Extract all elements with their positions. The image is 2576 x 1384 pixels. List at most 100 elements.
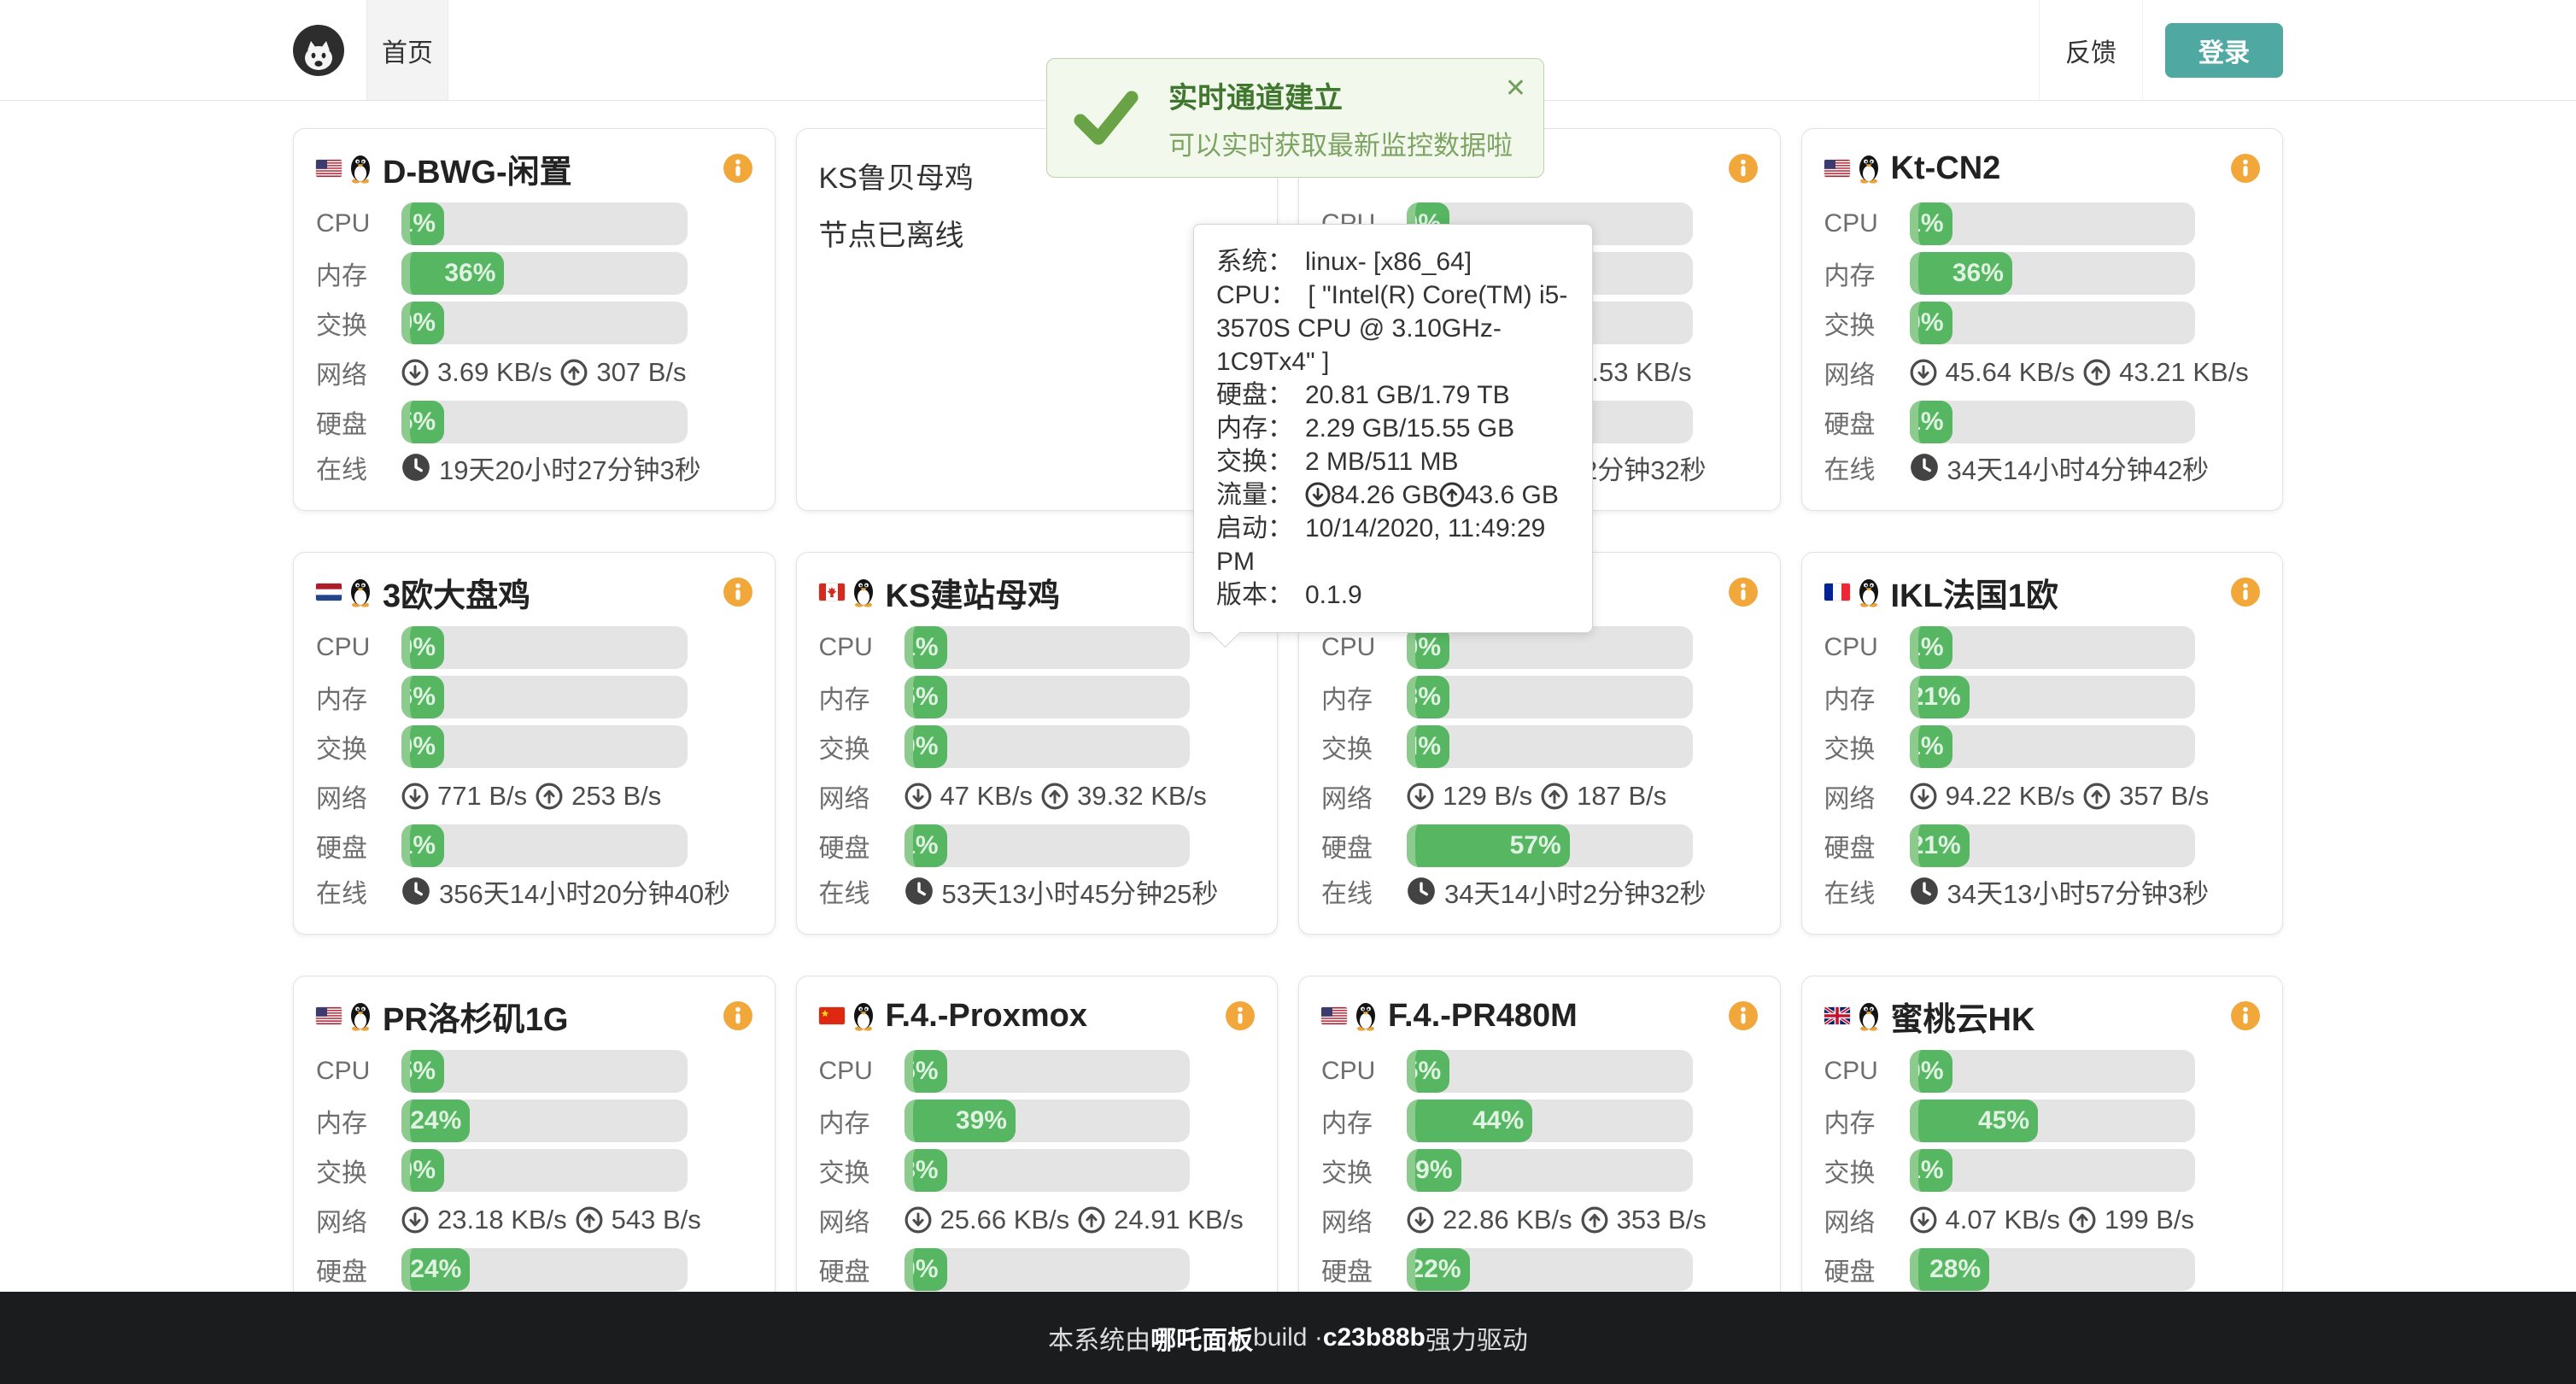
mem-percent: 24%: [410, 1106, 461, 1135]
uptime-label: 在线: [1824, 449, 1910, 486]
cpu-label: CPU: [316, 1057, 401, 1086]
network-label: 网络: [819, 1201, 905, 1239]
login-button[interactable]: 登录: [2165, 23, 2283, 78]
cpu-percent: 0%: [1407, 633, 1441, 662]
cpu-row: CPU 1%: [316, 202, 752, 245]
swap-bar: 0%: [401, 302, 688, 344]
linux-tux-icon: [1857, 153, 1881, 184]
uptime-label: 在线: [819, 872, 905, 910]
disk-label: 硬盘: [819, 1251, 905, 1288]
server-card: 3欧大盘鸡 CPU 0% 内存 6% 交换 0% 网络 771 B/s: [293, 552, 776, 935]
network-row: 网络 3.69 KB/s 307 B/s: [316, 351, 752, 394]
disk-label: 硬盘: [316, 827, 401, 865]
swap-row: 交换 N%: [1321, 725, 1758, 768]
disk-label: 硬盘: [316, 1251, 401, 1288]
mem-label: 内存: [819, 1102, 905, 1140]
swap-bar: 19%: [1407, 1149, 1693, 1192]
info-icon[interactable]: [1729, 1001, 1758, 1030]
server-card: D-BWG-闲置 CPU 1% 内存 36% 交换 0% 网络 3.69 KB: [293, 128, 776, 511]
tooltip-row: 版本：0.1.9: [1216, 578, 1570, 612]
server-card: IKL法国1欧 CPU 1% 内存 21% 交换 1% 网络 94.22 KB: [1801, 552, 2284, 935]
download-arrow-icon: [401, 783, 429, 810]
disk-bar: 1%: [401, 824, 688, 867]
nezha-panel-link[interactable]: 哪吒面板: [1150, 1319, 1253, 1357]
clock-icon: [905, 877, 934, 906]
traffic-down: 84.26 GB: [1331, 481, 1439, 509]
toast-title: 实时通道建立: [1168, 74, 1513, 116]
card-header: IKL法国1欧: [1824, 573, 2261, 611]
cpu-bar: 5%: [905, 1050, 1191, 1093]
mem-percent: 21%: [1910, 683, 1961, 712]
swap-label: 交换: [316, 1152, 401, 1189]
mem-row: 内存 36%: [1824, 252, 2261, 295]
tooltip-value: 2.29 GB/15.55 GB: [1305, 414, 1514, 443]
disk-label: 硬盘: [1824, 403, 1910, 441]
network-speeds: 129 B/s 187 B/s: [1407, 781, 1666, 812]
download-arrow-icon: [401, 359, 429, 386]
swap-row: 交换 19%: [1321, 1149, 1758, 1192]
download-speed: 25.66 KB/s: [940, 1205, 1070, 1235]
nav-feedback[interactable]: 反馈: [2039, 0, 2143, 100]
cpu-row: CPU 1%: [1824, 626, 2261, 669]
download-arrow-icon: [1910, 359, 1937, 386]
close-icon[interactable]: ✕: [1505, 76, 1526, 102]
upload-speed: 39.32 KB/s: [1077, 781, 1207, 812]
uptime-value-wrap: 53天13小时45分钟25秒: [905, 872, 1219, 911]
uptime-row: 在线 53天13小时45分钟25秒: [819, 874, 1256, 908]
swap-row: 交换 0%: [1824, 302, 2261, 344]
download-speed: 771 B/s: [437, 781, 527, 812]
disk-row: 硬盘 28%: [1824, 1248, 2261, 1291]
mem-row: 内存 3%: [1321, 676, 1758, 718]
check-icon: [1073, 90, 1139, 146]
build-commit-link[interactable]: c23b88b: [1323, 1323, 1426, 1352]
cpu-label: CPU: [1321, 1057, 1407, 1086]
cpu-bar: 1%: [1910, 626, 2196, 669]
download-arrow-icon: [1407, 1206, 1434, 1234]
mem-label: 内存: [316, 255, 401, 292]
tab-home[interactable]: 首页: [366, 0, 448, 100]
mem-percent: 45%: [1978, 1106, 2029, 1135]
mem-row: 内存 6%: [316, 676, 752, 718]
disk-percent: 1%: [905, 831, 939, 860]
mem-label: 内存: [316, 678, 401, 716]
site-logo[interactable]: [293, 25, 344, 76]
mem-label: 内存: [1321, 678, 1407, 716]
download-speed: 45.64 KB/s: [1946, 357, 2075, 388]
info-icon[interactable]: [1226, 1001, 1255, 1030]
cpu-label: CPU: [316, 633, 401, 662]
upload-speed: 543 B/s: [612, 1205, 701, 1235]
uptime-label: 在线: [1824, 872, 1910, 910]
swap-percent: 19%: [1407, 1156, 1453, 1185]
network-label: 网络: [1321, 777, 1407, 815]
cpu-percent: 1%: [401, 209, 436, 238]
info-icon[interactable]: [723, 1001, 752, 1030]
info-icon[interactable]: [2231, 578, 2260, 607]
clock-icon: [401, 453, 430, 482]
mem-percent: 6%: [401, 683, 436, 712]
info-icon[interactable]: [723, 578, 752, 607]
info-icon[interactable]: [1729, 578, 1758, 607]
disk-row: 硬盘 1%: [316, 824, 752, 867]
disk-bar: 24%: [401, 1248, 688, 1291]
server-title: 3欧大盘鸡: [383, 569, 723, 616]
info-icon[interactable]: [1729, 154, 1758, 183]
info-icon[interactable]: [2231, 1001, 2260, 1030]
cpu-percent: 5%: [401, 1057, 436, 1086]
server-info-tooltip: 系统：linux- [x86_64] CPU：[ "Intel(R) Core(…: [1193, 224, 1593, 633]
info-icon[interactable]: [2231, 154, 2260, 183]
cpu-row: CPU 0%: [316, 626, 752, 669]
disk-label: 硬盘: [1824, 827, 1910, 865]
mem-label: 内存: [316, 1102, 401, 1140]
upload-arrow-icon: [1439, 481, 1465, 509]
upload-speed: 353 B/s: [1617, 1205, 1707, 1235]
tooltip-value: linux- [x86_64]: [1305, 248, 1472, 276]
mem-bar: 15%: [905, 676, 1191, 718]
upload-arrow-icon: [1581, 1206, 1608, 1234]
linux-tux-icon: [852, 577, 875, 607]
card-header: Kt-CN2: [1824, 150, 2261, 187]
disk-label: 硬盘: [1321, 1251, 1407, 1288]
info-icon[interactable]: [723, 154, 752, 183]
network-row: 网络 25.66 KB/s 24.91 KB/s: [819, 1199, 1256, 1241]
disk-bar: 10%: [905, 1248, 1191, 1291]
network-label: 网络: [316, 354, 401, 391]
